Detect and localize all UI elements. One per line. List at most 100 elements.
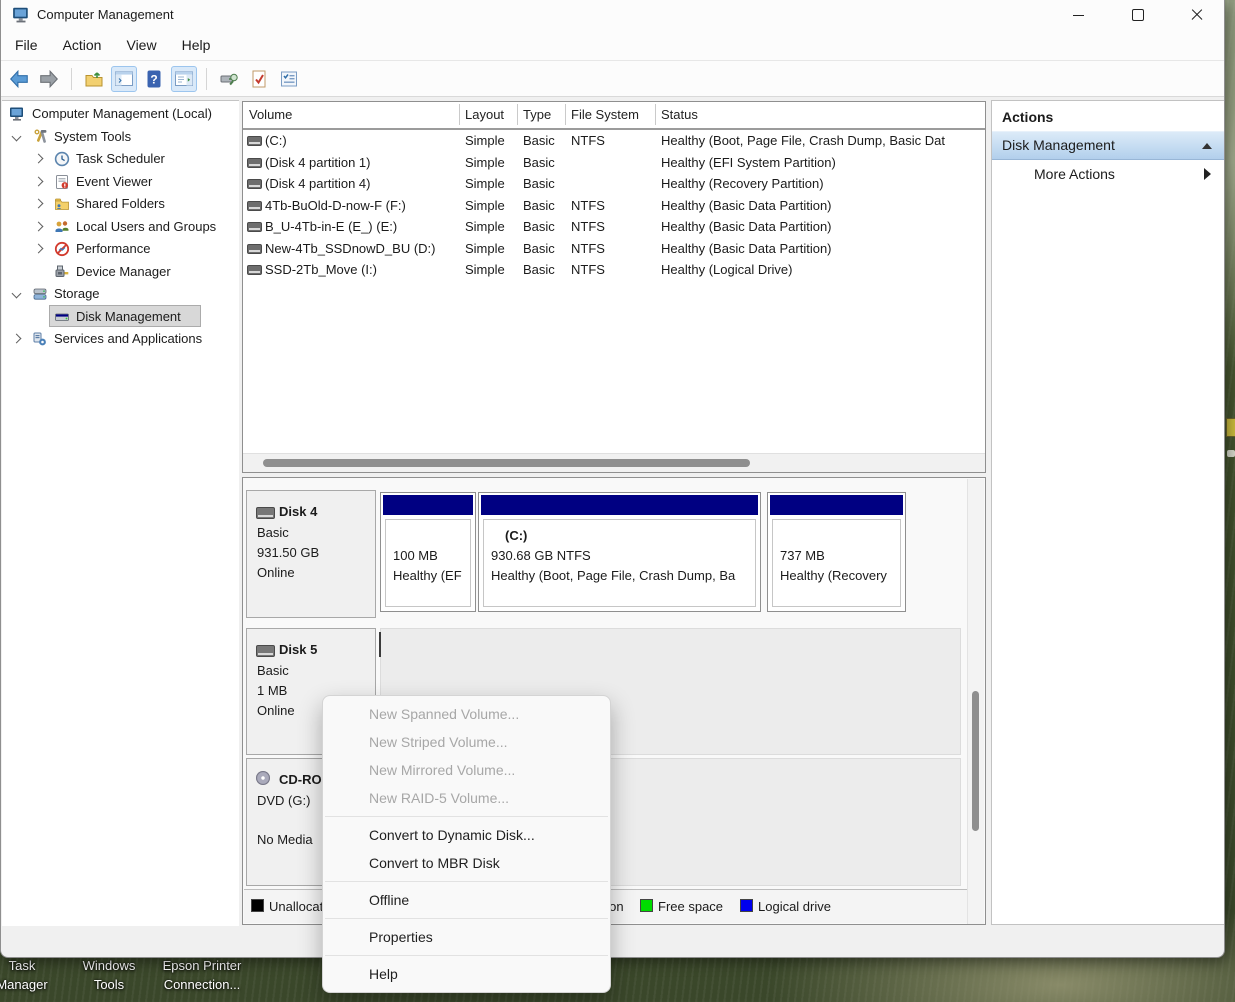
partition-efi[interactable]: 100 MB Healthy (EF xyxy=(380,492,476,612)
expand-chevron-icon[interactable] xyxy=(12,334,22,344)
rescan-disks-button[interactable] xyxy=(216,66,242,92)
tree-item-computer-management[interactable]: Computer Management (Local) xyxy=(2,103,239,125)
menu-separator xyxy=(325,955,608,956)
menu-separator xyxy=(325,816,608,817)
menu-separator xyxy=(325,881,608,882)
tree-item-system-tools[interactable]: System Tools xyxy=(2,126,239,148)
folder-up-icon xyxy=(84,69,104,89)
maximize-button[interactable] xyxy=(1115,0,1161,30)
forward-button[interactable] xyxy=(36,66,62,92)
horizontal-scrollbar[interactable] xyxy=(243,453,985,472)
desktop-edge-icon[interactable] xyxy=(1226,418,1235,437)
maximize-icon xyxy=(1132,9,1144,21)
collapse-chevron-icon[interactable] xyxy=(12,289,22,299)
volume-row-d[interactable]: New-4Tb_SSDnowD_BU (D:) Simple Basic NTF… xyxy=(243,238,985,259)
console-tree-icon xyxy=(114,69,134,89)
computer-management-window: Computer Management File Action View Hel… xyxy=(0,0,1225,958)
expand-chevron-icon[interactable] xyxy=(34,154,44,164)
volume-icon xyxy=(247,265,262,275)
back-button[interactable] xyxy=(6,66,32,92)
partition-info: 737 MB Healthy (Recovery xyxy=(772,519,901,607)
desktop-icon-epson-printer[interactable]: Epson Printer Connection... xyxy=(150,956,254,994)
expand-chevron-icon[interactable] xyxy=(34,244,44,254)
collapse-caret-icon[interactable] xyxy=(1202,143,1212,149)
menu-item-new-spanned-volume[interactable]: New Spanned Volume... xyxy=(323,700,610,728)
volume-row-disk4-p4[interactable]: (Disk 4 partition 4) Simple Basic Health… xyxy=(243,173,985,194)
menu-item-help[interactable]: Help xyxy=(323,960,610,988)
volume-row-disk4-p1[interactable]: (Disk 4 partition 1) Simple Basic Health… xyxy=(243,152,985,173)
column-header-status[interactable]: Status xyxy=(661,107,698,122)
partition-recovery[interactable]: 737 MB Healthy (Recovery xyxy=(767,492,906,612)
minimize-button[interactable] xyxy=(1056,0,1102,30)
column-header-file-system[interactable]: File System xyxy=(571,107,639,122)
device-manager-icon xyxy=(54,264,70,280)
column-header-type[interactable]: Type xyxy=(523,107,551,122)
event-log-icon xyxy=(54,174,70,190)
menu-item-new-raid5-volume[interactable]: New RAID-5 Volume... xyxy=(323,784,610,812)
collapse-chevron-icon[interactable] xyxy=(12,132,22,142)
expand-chevron-icon[interactable] xyxy=(34,177,44,187)
services-icon xyxy=(32,331,48,347)
help-button[interactable]: ? xyxy=(141,66,167,92)
task-list-button[interactable] xyxy=(276,66,302,92)
up-level-button[interactable] xyxy=(81,66,107,92)
disk4-label-panel[interactable]: Disk 4 Basic 931.50 GB Online xyxy=(246,490,376,618)
expand-chevron-icon[interactable] xyxy=(34,199,44,209)
partition-type-bar xyxy=(481,495,758,515)
partition-info: 100 MB Healthy (EF xyxy=(385,519,471,607)
menu-item-properties[interactable]: Properties xyxy=(323,923,610,951)
svg-text:?: ? xyxy=(150,72,157,86)
disk-icon xyxy=(256,507,275,519)
volume-row-c[interactable]: (C:) Simple Basic NTFS Healthy (Boot, Pa… xyxy=(243,130,985,151)
forward-arrow-icon xyxy=(38,68,60,90)
vertical-scrollbar-thumb[interactable] xyxy=(972,691,979,831)
drive-scan-icon xyxy=(219,69,239,89)
console-tree-toggle-button[interactable] xyxy=(111,66,137,92)
desktop-icon-task-manager[interactable]: Task Manager xyxy=(0,956,59,994)
volume-row-e[interactable]: B_U-4Tb-in-E (E_) (E:) Simple Basic NTFS… xyxy=(243,216,985,237)
vertical-scrollbar[interactable] xyxy=(967,479,984,924)
action-pane-toggle-button[interactable] xyxy=(171,66,197,92)
column-header-volume[interactable]: Volume xyxy=(249,107,292,122)
tree-item-device-manager[interactable]: Device Manager xyxy=(2,261,239,283)
menu-item-offline[interactable]: Offline xyxy=(323,886,610,914)
title-bar: Computer Management xyxy=(1,0,1224,31)
menu-action[interactable]: Action xyxy=(59,35,106,55)
storage-icon xyxy=(32,286,48,302)
expand-chevron-icon[interactable] xyxy=(34,222,44,232)
menu-view[interactable]: View xyxy=(122,35,160,55)
horizontal-scrollbar-thumb[interactable] xyxy=(263,459,750,467)
tree-item-local-users-groups[interactable]: Local Users and Groups xyxy=(2,216,239,238)
menu-item-new-striped-volume[interactable]: New Striped Volume... xyxy=(323,728,610,756)
partition-c[interactable]: (C:) 930.68 GB NTFS Healthy (Boot, Page … xyxy=(478,492,761,612)
help-icon: ? xyxy=(144,69,164,89)
tree-item-disk-management[interactable]: Disk Management xyxy=(2,306,239,328)
performance-icon xyxy=(54,241,70,257)
more-actions-item[interactable]: More Actions xyxy=(992,160,1224,190)
tree-item-task-scheduler[interactable]: Task Scheduler xyxy=(2,148,239,170)
toolbar-separator xyxy=(71,68,72,90)
partition-type-bar xyxy=(383,495,473,515)
volume-row-i[interactable]: SSD-2Tb_Move (I:) Simple Basic NTFS Heal… xyxy=(243,259,985,280)
computer-icon xyxy=(9,106,25,122)
check-document-button[interactable] xyxy=(246,66,272,92)
tree-item-storage[interactable]: Storage xyxy=(2,283,239,305)
desktop-icon-windows-tools[interactable]: Windows Tools xyxy=(70,956,148,994)
volume-table-header: Volume Layout Type File System Status xyxy=(243,102,985,130)
tree-item-event-viewer[interactable]: Event Viewer xyxy=(2,171,239,193)
tree-item-performance[interactable]: Performance xyxy=(2,238,239,260)
menu-help[interactable]: Help xyxy=(178,35,215,55)
tree-item-services-applications[interactable]: Services and Applications xyxy=(2,328,239,350)
menu-item-convert-to-dynamic-disk[interactable]: Convert to Dynamic Disk... xyxy=(323,821,610,849)
disk-management-icon xyxy=(54,309,70,325)
actions-group-disk-management[interactable]: Disk Management xyxy=(992,131,1224,160)
volume-row-f[interactable]: 4Tb-BuOld-D-now-F (F:) Simple Basic NTFS… xyxy=(243,195,985,216)
menu-item-convert-to-mbr-disk[interactable]: Convert to MBR Disk xyxy=(323,849,610,877)
close-button[interactable] xyxy=(1174,0,1220,30)
menu-item-new-mirrored-volume[interactable]: New Mirrored Volume... xyxy=(323,756,610,784)
shared-folder-icon xyxy=(54,196,70,212)
document-check-icon xyxy=(249,69,269,89)
menu-file[interactable]: File xyxy=(11,35,42,55)
tree-item-shared-folders[interactable]: Shared Folders xyxy=(2,193,239,215)
column-header-layout[interactable]: Layout xyxy=(465,107,504,122)
